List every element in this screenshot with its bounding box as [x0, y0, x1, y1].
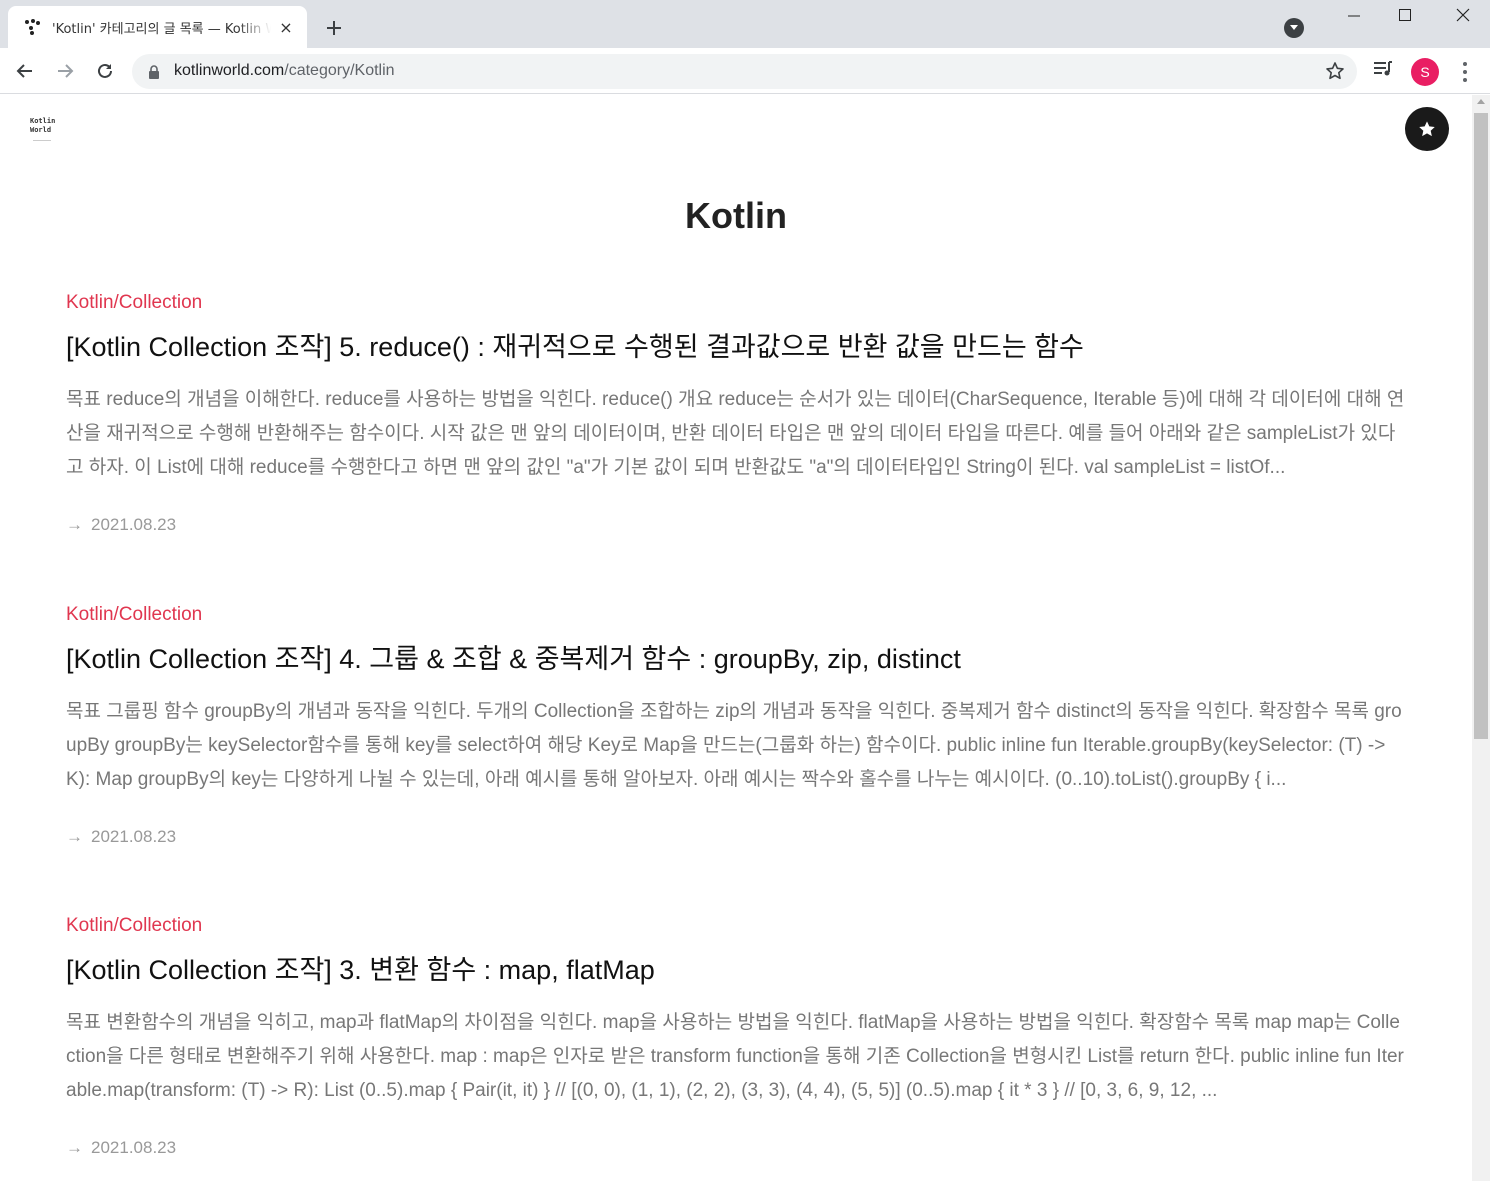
- arrow-left-icon: [16, 64, 32, 78]
- close-icon: [1456, 8, 1470, 22]
- page-title: Kotlin: [685, 195, 787, 236]
- close-window-button[interactable]: [1438, 0, 1488, 30]
- post-item[interactable]: Kotlin/Collection [Kotlin Collection 조작]…: [66, 913, 1406, 1158]
- post-title[interactable]: [Kotlin Collection 조작] 5. reduce() : 재귀적…: [66, 330, 1406, 364]
- minimize-button[interactable]: [1329, 0, 1379, 30]
- bookmark-star-icon[interactable]: [1325, 61, 1345, 81]
- plus-icon: [327, 21, 341, 35]
- media-control-button[interactable]: [1372, 58, 1394, 84]
- back-button[interactable]: [10, 56, 40, 86]
- tab-title: 'Kotlin' 카테고리의 글 목록 — Kotlin World: [52, 21, 271, 37]
- post-category[interactable]: Kotlin/Collection: [66, 602, 1406, 628]
- post-date: → 2021.08.23: [66, 1138, 177, 1157]
- logo-underline: [33, 140, 51, 141]
- post-category[interactable]: Kotlin/Collection: [66, 913, 1406, 939]
- minimize-icon: [1348, 15, 1360, 17]
- post-category[interactable]: Kotlin/Collection: [66, 290, 1406, 316]
- star-icon: [1419, 121, 1435, 137]
- scroll-up-arrow-icon[interactable]: [1477, 99, 1485, 104]
- post-date: → 2021.08.23: [66, 515, 177, 534]
- arrow-right-icon: →: [66, 1138, 83, 1157]
- arrow-right-icon: →: [66, 827, 83, 846]
- queue-music-icon: [1374, 61, 1392, 76]
- new-tab-button[interactable]: [320, 14, 348, 42]
- maximize-icon: [1399, 9, 1411, 21]
- tab-search-button[interactable]: [1284, 18, 1304, 38]
- favorite-button[interactable]: [1405, 107, 1449, 151]
- post-item[interactable]: Kotlin/Collection [Kotlin Collection 조작]…: [66, 290, 1406, 535]
- post-title[interactable]: [Kotlin Collection 조작] 4. 그룹 & 조합 & 중복제거…: [66, 642, 1406, 676]
- site-favicon-icon: [24, 19, 40, 35]
- post-excerpt[interactable]: 목표 reduce의 개념을 이해한다. reduce를 사용하는 방법을 익힌…: [66, 383, 1406, 485]
- post-excerpt[interactable]: 목표 그룹핑 함수 groupBy의 개념과 동작을 익힌다. 두개의 Coll…: [66, 695, 1406, 797]
- post-excerpt[interactable]: 목표 변환함수의 개념을 익히고, map과 flatMap의 차이점을 익힌다…: [66, 1006, 1406, 1108]
- maximize-button[interactable]: [1380, 0, 1430, 30]
- profile-avatar[interactable]: S: [1411, 58, 1439, 86]
- tab-strip: 'Kotlin' 카테고리의 글 목록 — Kotlin World ×: [0, 0, 1490, 48]
- lock-icon: [149, 65, 159, 79]
- active-tab[interactable]: 'Kotlin' 카테고리의 글 목록 — Kotlin World ×: [8, 6, 307, 48]
- arrow-right-icon: [58, 64, 74, 78]
- post-title[interactable]: [Kotlin Collection 조작] 3. 변환 함수 : map, f…: [66, 953, 1406, 987]
- chevron-down-icon: [1290, 25, 1298, 30]
- address-bar[interactable]: kotlinworld.com/category/Kotlin: [132, 54, 1357, 89]
- scrollbar-thumb[interactable]: [1474, 113, 1488, 739]
- post-item[interactable]: Kotlin/Collection [Kotlin Collection 조작]…: [66, 602, 1406, 847]
- reload-button[interactable]: [90, 56, 120, 86]
- arrow-right-icon: →: [66, 515, 83, 534]
- post-date: → 2021.08.23: [66, 827, 177, 846]
- site-logo[interactable]: Kotlin World: [30, 117, 55, 135]
- reload-icon: [98, 63, 112, 78]
- forward-button[interactable]: [50, 56, 80, 86]
- page-viewport: Kotlin World Kotlin Kotlin/Collection [K…: [0, 95, 1472, 1181]
- url-text[interactable]: kotlinworld.com/category/Kotlin: [174, 62, 395, 80]
- browser-menu-button[interactable]: [1455, 60, 1475, 84]
- close-tab-icon[interactable]: ×: [277, 18, 295, 37]
- page-scrollbar[interactable]: [1472, 95, 1490, 1181]
- browser-toolbar: kotlinworld.com/category/Kotlin S: [0, 48, 1490, 94]
